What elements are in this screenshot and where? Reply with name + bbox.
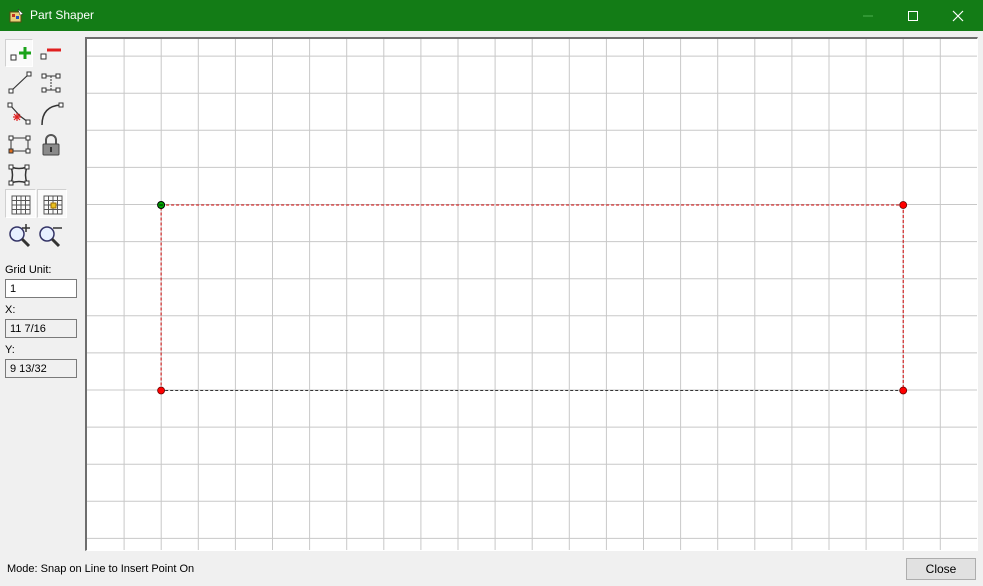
shape-point-marker [157, 386, 165, 395]
drawing-canvas[interactable] [85, 37, 978, 551]
close-button[interactable]: Close [906, 558, 976, 580]
zoom-out-icon [39, 226, 62, 248]
add-point-icon [10, 47, 31, 61]
delete-segment-tool[interactable] [5, 100, 33, 128]
rectangle-tool[interactable] [5, 131, 33, 159]
minimize-icon [863, 15, 873, 17]
rectangle-icon [8, 135, 31, 154]
mode-status-text: Mode: Snap on Line to Insert Point On [7, 563, 195, 575]
snap-grid-icon [43, 195, 63, 215]
shape-point-marker [899, 201, 908, 209]
tool-panel: Grid Unit: X: Y: [1, 31, 83, 551]
arc-tool[interactable] [37, 100, 65, 128]
app-icon [9, 9, 24, 23]
grid-unit-label: Grid Unit: [5, 264, 52, 276]
line-tool[interactable] [5, 69, 33, 97]
zoom-in-tool[interactable] [5, 221, 33, 249]
grid-icon [11, 195, 31, 215]
shape-tool[interactable] [5, 161, 33, 189]
grid-unit-input[interactable] [5, 279, 77, 298]
dimension-icon [41, 73, 61, 93]
y-coordinate-field [5, 359, 77, 378]
zoom-in-icon [9, 224, 31, 248]
y-label: Y: [5, 344, 15, 356]
canvas-svg[interactable] [87, 39, 977, 550]
snap-grid-tool[interactable] [37, 189, 67, 218]
arc-icon [41, 102, 64, 126]
minimize-button[interactable] [845, 0, 891, 31]
title-bar: Part Shaper [0, 0, 983, 31]
measure-tool[interactable] [37, 69, 65, 97]
diagonal-line-icon [8, 71, 32, 94]
window-body: Grid Unit: X: Y: Mode: Snap on Line to I… [1, 31, 982, 585]
remove-point-icon [40, 48, 61, 60]
maximize-icon [908, 11, 918, 21]
segment-delete-icon [7, 102, 31, 125]
window-title: Part Shaper [30, 8, 95, 22]
concave-rectangle-icon [8, 164, 30, 186]
close-window-button[interactable] [935, 0, 981, 31]
status-bar: Mode: Snap on Line to Insert Point On Cl… [1, 555, 982, 585]
shape-point-marker [899, 386, 908, 395]
x-coordinate-field [5, 319, 77, 338]
lock-icon [42, 134, 60, 156]
add-point-tool[interactable] [5, 39, 33, 67]
grid-tool[interactable] [5, 189, 36, 218]
lock-tool[interactable] [37, 131, 65, 159]
x-label: X: [5, 304, 16, 316]
remove-point-tool[interactable] [37, 39, 65, 67]
maximize-button[interactable] [890, 0, 936, 31]
close-icon [952, 10, 964, 22]
zoom-out-tool[interactable] [37, 221, 65, 249]
